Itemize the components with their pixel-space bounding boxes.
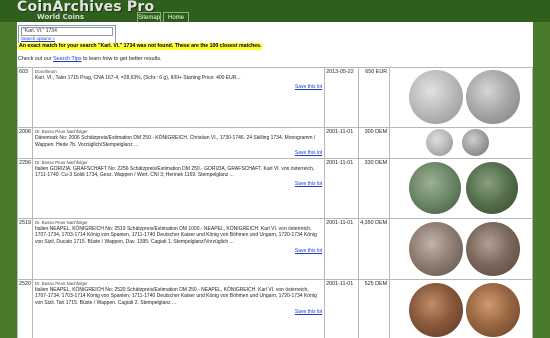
- sale-date: 2001-11-01: [324, 157, 359, 219]
- lot-description-cell: Dr. Busso Peus Nachfolger Dänemark No: 2…: [31, 127, 326, 159]
- lot-number: 2006: [17, 127, 33, 159]
- search-box: Search options »: [18, 25, 116, 44]
- lot-price: 525 DEM: [357, 278, 391, 338]
- coin-obverse-image[interactable]: [409, 161, 462, 214]
- save-lot-link[interactable]: Save this lot: [35, 248, 322, 255]
- lot-price: 330 DEM: [357, 157, 391, 219]
- sale-date: 2001-11-01: [324, 127, 359, 159]
- search-input[interactable]: [21, 27, 113, 36]
- lot-description: Dänemark No: 2006 Schätzpreis/Estimation…: [34, 135, 316, 148]
- coin-obverse-image[interactable]: [409, 282, 464, 337]
- lot-description-cell: Dr. Busso Peus Nachfolger Italien GORIZI…: [31, 157, 326, 219]
- results-table: 603 Dorotheum Karl. VI., Taler 1715 Prag…: [17, 67, 533, 338]
- lot-description: Italien NEAPEL, KÖNIGREICH No: 2519 Schä…: [34, 225, 317, 245]
- table-row: 603 Dorotheum Karl. VI., Taler 1715 Prag…: [17, 67, 533, 128]
- tips-prefix: Check out our: [18, 56, 54, 62]
- table-row: 2256 Dr. Busso Peus Nachfolger Italien G…: [17, 157, 533, 219]
- coin-image-cell[interactable]: [389, 278, 533, 338]
- coin-image-cell[interactable]: [389, 157, 533, 219]
- lot-number: 2256: [17, 157, 33, 219]
- coin-image-cell[interactable]: [389, 67, 533, 128]
- sale-date: 2013-05-22: [324, 67, 359, 128]
- lot-price: 4,350 DEM: [357, 217, 391, 280]
- no-match-notice: An exact match for your search "Karl. VI…: [18, 43, 263, 50]
- app-subtitle: World Coins: [37, 13, 85, 21]
- sale-date: 2001-11-01: [324, 278, 359, 338]
- coin-reverse-image[interactable]: [466, 282, 521, 337]
- coin-reverse-image[interactable]: [462, 129, 490, 156]
- coin-obverse-image[interactable]: [409, 221, 464, 276]
- save-lot-link[interactable]: Save this lot: [35, 181, 322, 188]
- lot-description: Italien GORIZIA, GRAFSCHAFT No: 2256 Sch…: [34, 165, 315, 179]
- lot-number: 2519: [17, 217, 33, 280]
- lot-price: 300 DEM: [357, 127, 391, 159]
- lot-price: 650 EUR: [357, 67, 391, 128]
- coin-reverse-image[interactable]: [466, 161, 519, 214]
- coin-obverse-image[interactable]: [426, 129, 454, 156]
- coin-image-cell[interactable]: [389, 217, 533, 280]
- search-tips-text: Check out our Search Tips to learn how t…: [18, 56, 162, 62]
- sale-date: 2001-11-01: [324, 217, 359, 280]
- table-row: 2520 Dr. Busso Peus Nachfolger Italien N…: [17, 278, 533, 338]
- header-bar: CoinArchives Pro World Coins Sitemap Hom…: [0, 0, 550, 23]
- lot-description-cell: Dorotheum Karl. VI., Taler 1715 Prag, CN…: [31, 67, 326, 128]
- search-tips-link[interactable]: Search Tips: [53, 56, 81, 62]
- coin-reverse-image[interactable]: [466, 221, 521, 276]
- lot-description: Karl. VI., Taler 1715 Prag, CNA 167-4, =…: [34, 75, 241, 81]
- lot-number: 603: [17, 67, 33, 128]
- lot-number: 2520: [17, 278, 33, 338]
- save-lot-link[interactable]: Save this lot: [35, 309, 322, 316]
- coin-reverse-image[interactable]: [466, 70, 521, 124]
- table-row: 2519 Dr. Busso Peus Nachfolger Italien N…: [17, 217, 533, 280]
- coin-obverse-image[interactable]: [409, 70, 464, 124]
- search-options-link[interactable]: Search options »: [21, 36, 55, 41]
- main-content: Search options » An exact match for your…: [17, 22, 533, 338]
- table-row: 2006 Dr. Busso Peus Nachfolger Dänemark …: [17, 127, 533, 159]
- lot-description: Italien NEAPEL, KÖNIGREICH No: 2520 Schä…: [34, 286, 317, 306]
- tips-suffix: to learn how to get better results.: [81, 56, 162, 62]
- lot-description-cell: Dr. Busso Peus Nachfolger Italien NEAPEL…: [31, 278, 326, 338]
- save-lot-link[interactable]: Save this lot: [35, 84, 322, 91]
- coin-image-cell[interactable]: [389, 127, 533, 159]
- save-lot-link[interactable]: Save this lot: [35, 150, 322, 157]
- lot-description-cell: Dr. Busso Peus Nachfolger Italien NEAPEL…: [31, 217, 326, 280]
- app-logo[interactable]: CoinArchives Pro: [17, 0, 154, 14]
